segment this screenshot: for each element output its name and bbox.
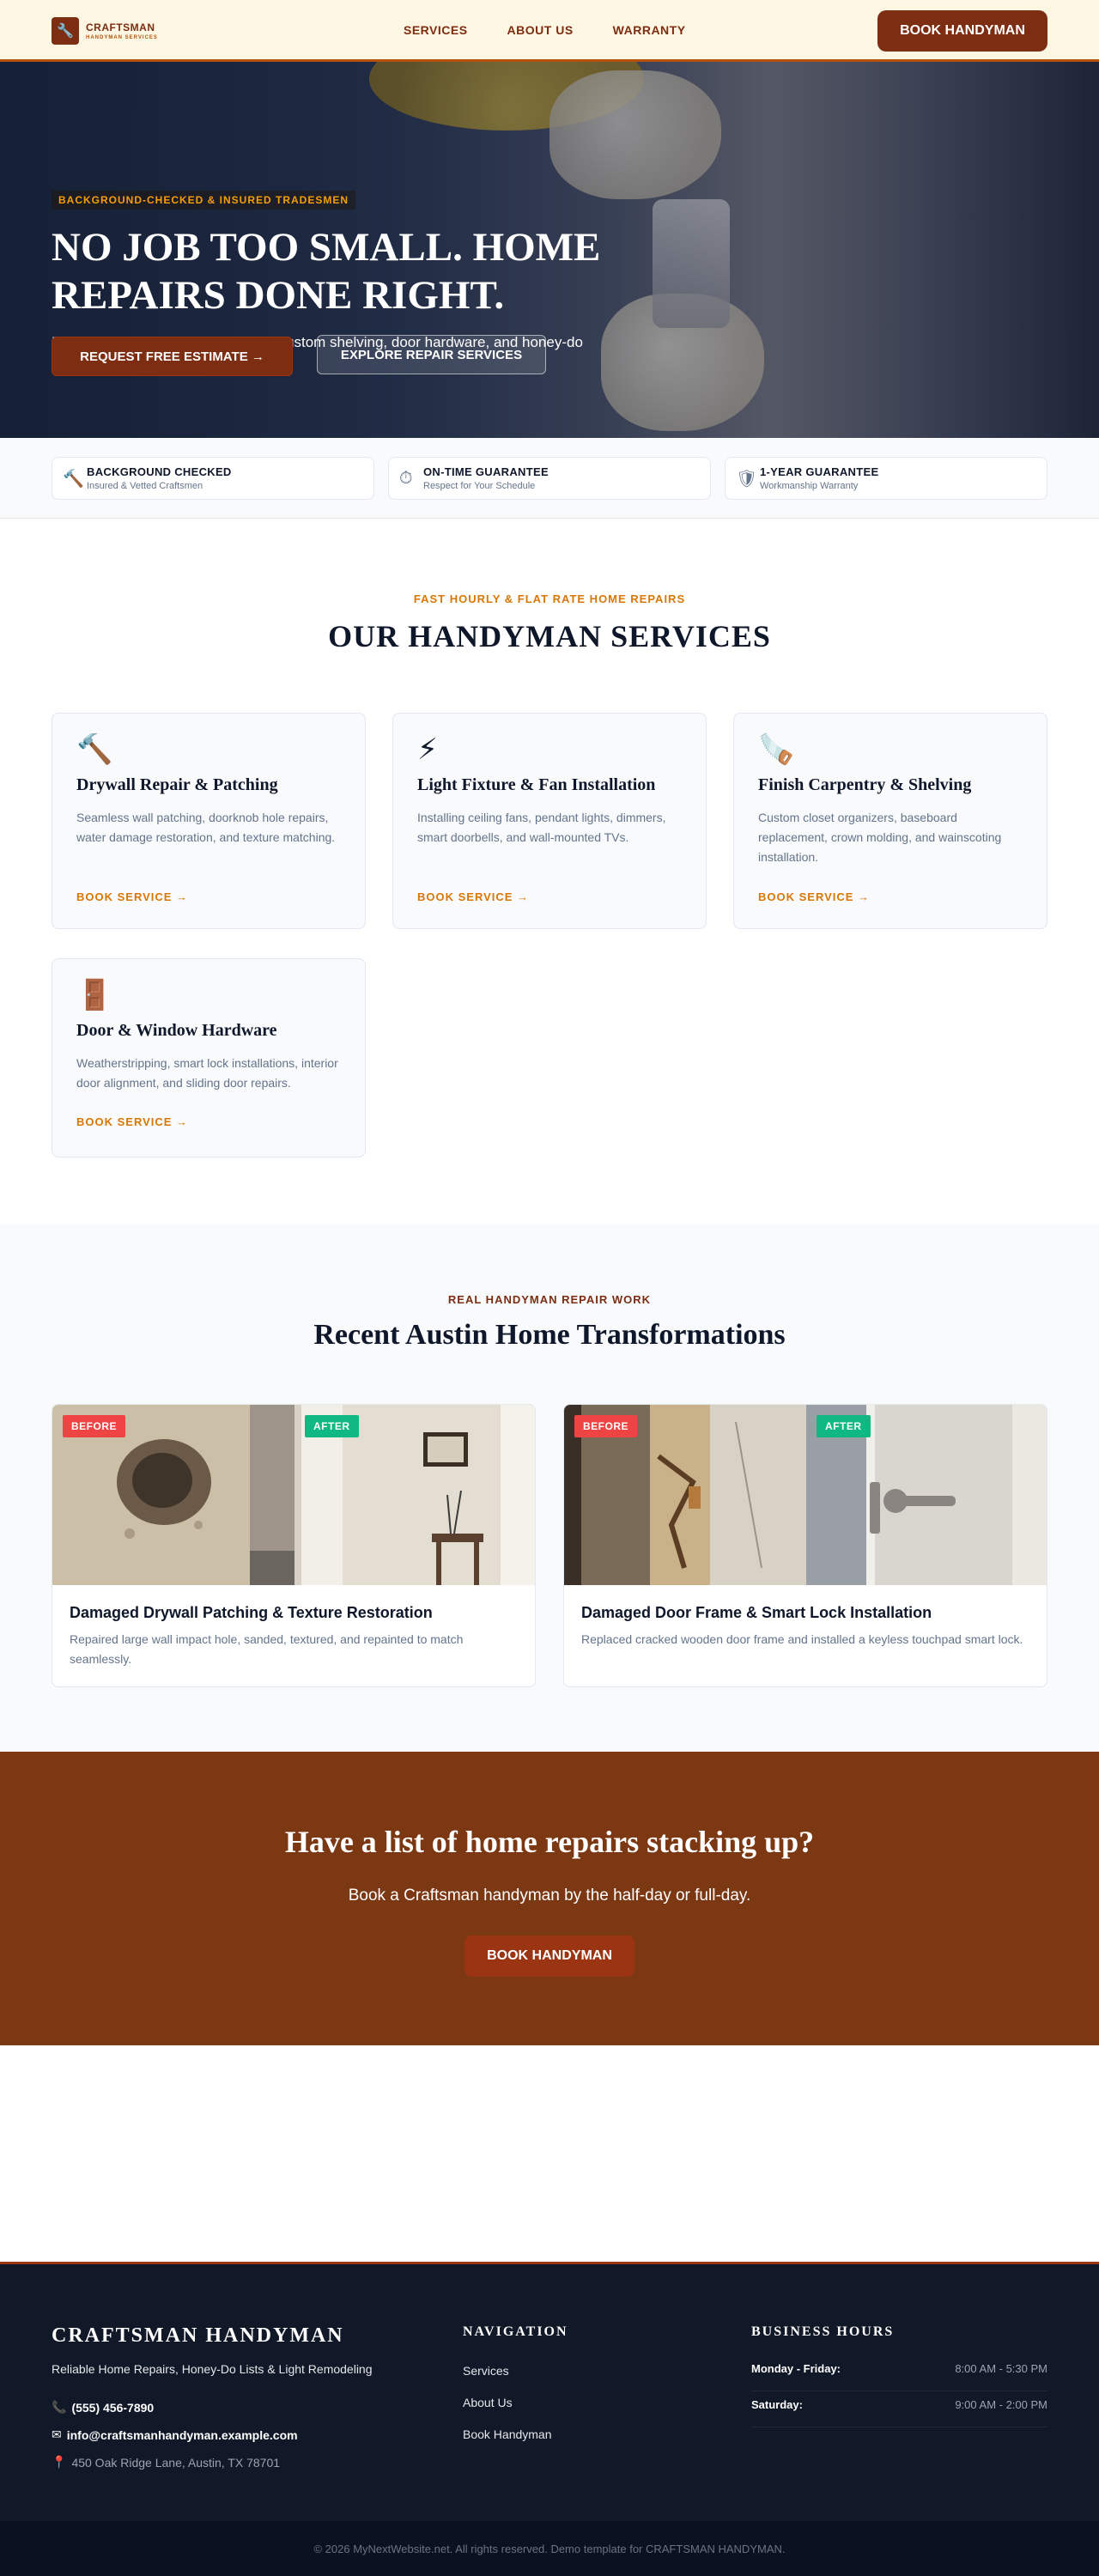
cta-book-handyman-button[interactable]: BOOK HANDYMAN [464,1935,635,1977]
service-title: Light Fixture & Fan Installation [417,775,656,794]
service-card: ⚡ Light Fixture & Fan Installation Insta… [392,713,707,929]
services-section: FAST HOURLY & FLAT RATE HOME REPAIRS OUR… [0,519,1099,1224]
stopwatch-icon: ⏱ [399,468,413,488]
service-card: 🚪 Door & Window Hardware Weatherstrippin… [52,958,366,1157]
footer-email-text: info@craftsmanhandyman.example.com [66,2427,298,2442]
service-desc: Seamless wall patching, doorknob hole re… [76,811,336,844]
hours-day: Monday - Friday: [751,2362,841,2375]
trust-title: ON-TIME GUARANTEE [423,465,549,478]
footer-tagline: Reliable Home Repairs, Honey-Do Lists & … [52,2362,373,2376]
service-card: 🪚 Finish Carpentry & Shelving Custom clo… [733,713,1047,929]
footer-email[interactable]: ✉ info@craftsmanhandyman.example.com [52,2427,298,2442]
shield-icon: 🛡 [736,469,758,489]
trust-desc: Workmanship Warranty [760,481,859,491]
project-desc: Repaired large wall impact hole, sanded,… [70,1632,464,1666]
trust-title: BACKGROUND CHECKED [87,465,232,478]
trust-title: 1-YEAR GUARANTEE [760,465,879,478]
lightning-icon: ⚡ [417,733,438,766]
project-title: Damaged Door Frame & Smart Lock Installa… [581,1604,932,1621]
project-card: BEFORE AFTER Damaged Door Frame & Smart … [563,1404,1047,1687]
after-badge: AFTER [817,1415,871,1437]
copyright: © 2026 MyNextWebsite.net. All rights res… [0,2521,1099,2576]
project-desc: Replaced cracked wooden door frame and i… [581,1632,1023,1646]
service-desc: Weatherstripping, smart lock installatio… [76,1056,338,1090]
before-badge: BEFORE [574,1415,638,1437]
book-service-link[interactable]: BOOK SERVICE → [76,1115,188,1128]
door-icon: 🚪 [76,979,113,1012]
cta-section: Have a list of home repairs stacking up?… [0,1752,1099,2045]
nav-link-services[interactable]: SERVICES [404,23,468,37]
site-footer: CRAFTSMAN HANDYMAN Reliable Home Repairs… [0,2262,1099,2521]
hero-title: NO JOB TOO SMALL. HOME REPAIRS DONE RIGH… [52,225,601,318]
trust-card-background: 🔨 BACKGROUND CHECKED Insured & Vetted Cr… [52,457,374,500]
footer-address-text: 450 Oak Ridge Lane, Austin, TX 78701 [71,2455,281,2470]
logo[interactable]: 🔧 CRAFTSMAN HANDYMAN SERVICES [52,17,158,45]
book-service-link[interactable]: BOOK SERVICE → [417,890,529,903]
site-header: 🔧 CRAFTSMAN HANDYMAN SERVICES SERVICES A… [0,0,1099,62]
hours-day: Saturday: [751,2398,803,2411]
services-title: OUR HANDYMAN SERVICES [328,619,771,653]
cta-title: Have a list of home repairs stacking up? [284,1825,815,1859]
book-service-link[interactable]: BOOK SERVICE → [76,890,188,903]
book-handyman-button[interactable]: BOOK HANDYMAN [877,10,1047,52]
service-desc: Installing ceiling fans, pendant lights,… [417,811,666,844]
trust-desc: Respect for Your Schedule [423,481,536,491]
projects-section: REAL HANDYMAN REPAIR WORK Recent Austin … [0,1224,1099,1752]
after-badge: AFTER [305,1415,359,1437]
footer-nav-heading: NAVIGATION [463,2324,568,2339]
services-eyebrow: FAST HOURLY & FLAT RATE HOME REPAIRS [413,592,686,605]
service-title: Drywall Repair & Patching [76,775,278,794]
hammer-icon: 🔨 [76,733,113,766]
explore-services-button[interactable]: EXPLORE REPAIR SERVICES [317,335,546,374]
hours-time: 9:00 AM - 2:00 PM [955,2398,1047,2411]
saw-icon: 🪚 [758,733,795,766]
nav-link-about-us[interactable]: ABOUT US [507,23,574,37]
trust-card-guarantee: 🛡 1-YEAR GUARANTEE Workmanship Warranty [725,457,1047,500]
wrench-icon: 🔧 [52,17,79,45]
book-service-link[interactable]: BOOK SERVICE → [758,890,870,903]
cta-subtitle: Book a Craftsman handyman by the half-da… [348,1886,751,1905]
main-nav: SERVICES ABOUT US WARRANTY [404,23,686,37]
project-card: BEFORE AFTER Damaged Drywall Patching & … [52,1404,536,1687]
trust-card-on-time: ⏱ ON-TIME GUARANTEE Respect for Your Sch… [388,457,711,500]
projects-eyebrow: REAL HANDYMAN REPAIR WORK [447,1293,652,1306]
hours-time: 8:00 AM - 5:30 PM [955,2362,1047,2375]
before-badge: BEFORE [63,1415,126,1437]
service-card: 🔨 Drywall Repair & Patching Seamless wal… [52,713,366,929]
hero-section: BACKGROUND-CHECKED & INSURED TRADESMEN N… [0,62,1099,438]
project-title: Damaged Drywall Patching & Texture Resto… [70,1604,433,1621]
footer-link-book-handyman[interactable]: Book Handyman [463,2427,552,2441]
service-title: Finish Carpentry & Shelving [758,775,972,794]
footer-link-about-us[interactable]: About Us [463,2396,513,2409]
hammer-icon: 🔨 [63,469,84,489]
nav-link-warranty[interactable]: WARRANTY [613,23,686,37]
footer-hours-heading: BUSINESS HOURS [751,2324,895,2339]
email-icon: ✉ [52,2427,62,2441]
logo-name: CRAFTSMAN [86,21,155,33]
trust-desc: Insured & Vetted Craftsmen [87,481,203,491]
footer-phone[interactable]: 📞 (555) 456-7890 [52,2400,154,2415]
hero-eyebrow: BACKGROUND-CHECKED & INSURED TRADESMEN [52,191,356,210]
projects-title: Recent Austin Home Transformations [313,1319,786,1351]
footer-link-services[interactable]: Services [463,2364,509,2378]
logo-subtitle: HANDYMAN SERVICES [86,34,158,40]
service-desc: Custom closet organizers, baseboard repl… [758,811,1002,864]
footer-brand: CRAFTSMAN HANDYMAN [52,2324,344,2347]
phone-icon: 📞 [52,2400,67,2414]
service-title: Door & Window Hardware [76,1021,277,1040]
request-estimate-button[interactable]: REQUEST FREE ESTIMATE → [52,337,293,376]
footer-address: 📍 450 Oak Ridge Lane, Austin, TX 78701 [52,2455,280,2470]
hours-row: Monday - Friday: 8:00 AM - 5:30 PM [751,2362,1047,2391]
trust-strip: 🔨 BACKGROUND CHECKED Insured & Vetted Cr… [0,438,1099,519]
location-pin-icon: 📍 [52,2455,67,2469]
hours-row: Saturday: 9:00 AM - 2:00 PM [751,2398,1047,2427]
footer-phone-text: (555) 456-7890 [71,2400,155,2415]
